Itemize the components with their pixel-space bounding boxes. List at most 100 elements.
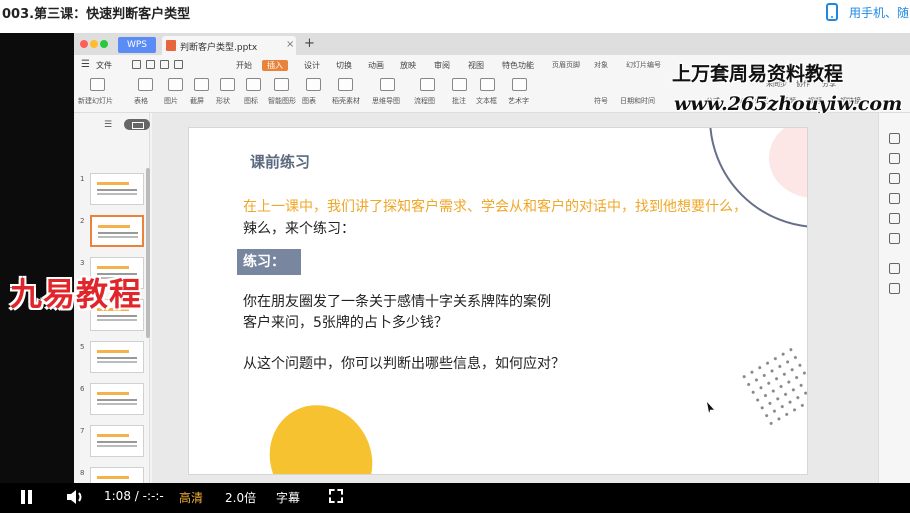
tool-mindmap: 思维导图 xyxy=(372,97,400,105)
thumb-number: 8 xyxy=(80,469,85,477)
screenshot-icon xyxy=(194,78,209,91)
wps-ribbon: ☰ 文件 开始 插入 设计 切换 动画 放映 审阅 视图 特色功能 新建幻灯片 … xyxy=(74,55,910,115)
watermark-left: 九易教程 xyxy=(10,275,143,313)
history-icon xyxy=(889,233,900,244)
menu-tab-features: 特色功能 xyxy=(502,61,534,70)
chart-icon xyxy=(306,78,321,91)
mobile-watch-link[interactable]: 用手机、随 xyxy=(849,4,909,21)
flowchart-icon xyxy=(420,78,435,91)
mouse-cursor-icon xyxy=(707,402,714,413)
thumb-number: 3 xyxy=(80,259,85,267)
watermark-title: 上万套周易资料教程 xyxy=(672,63,844,85)
save-icon xyxy=(132,60,141,69)
thumbnails-scrollbar xyxy=(146,168,150,338)
menu-tab-review: 审阅 xyxy=(434,61,450,70)
menu-tab-start: 开始 xyxy=(236,61,252,70)
menu-tab-design: 设计 xyxy=(304,61,320,70)
tool-object: 对象 xyxy=(594,61,608,69)
slide-thumbnail-active xyxy=(90,215,144,247)
exercise-line-2: 客户来问，5张牌的占卜多少钱？ xyxy=(243,315,448,331)
slide-heading: 课前练习 xyxy=(250,153,311,171)
settings-icon xyxy=(889,193,900,204)
tools-icon xyxy=(889,263,900,274)
hamburger-menu-icon: ☰ xyxy=(81,59,90,70)
comment-icon xyxy=(452,78,467,91)
table-icon xyxy=(138,78,153,91)
print-icon xyxy=(160,60,169,69)
player-controls: 1:08 / -:-:- 高清 2.0倍 字幕 xyxy=(0,483,910,513)
document-tab-label: 判断客户类型.pptx xyxy=(180,43,258,53)
intro-tail: 辣么，来个练习： xyxy=(243,221,355,237)
outline-view-icon: ☰ xyxy=(104,120,113,130)
video-player[interactable]: WPS 判断客户类型.pptx × + ☰ 文件 开始 插入 设计 切换 动画 … xyxy=(0,33,910,513)
tool-new-slide: 新建幻灯片 xyxy=(78,97,113,105)
exercise-line-1: 你在朋友圈发了一条关于感情十字关系牌阵的案例 xyxy=(243,294,551,310)
right-tool-rail xyxy=(878,113,910,513)
smart-graphic-icon xyxy=(274,78,289,91)
exercise-label: 练习： xyxy=(237,249,301,275)
decor-yellow-blob xyxy=(250,386,392,474)
thumbnail-view-icon xyxy=(124,119,150,130)
tool-comment: 批注 xyxy=(452,97,466,105)
quality-button[interactable]: 高清 xyxy=(179,489,203,506)
current-slide: 课前练习 在上一课中，我们讲了探知客户需求、学会从和客户的对话中，找到他想要什么… xyxy=(188,127,808,475)
tool-screenshot: 截屏 xyxy=(190,97,204,105)
animation-icon xyxy=(889,173,900,184)
preview-icon xyxy=(174,60,183,69)
tool-chart: 图表 xyxy=(302,97,316,105)
tool-flowchart: 流程图 xyxy=(414,97,435,105)
thumb-number: 6 xyxy=(80,385,85,393)
backup-icon xyxy=(889,283,900,294)
tab-close-icon: × xyxy=(286,39,295,50)
slide-intro: 在上一课中，我们讲了探知客户需求、学会从和客户的对话中，找到他想要什么， 辣么，来… xyxy=(243,196,753,240)
tool-wordart: 艺术字 xyxy=(508,97,529,105)
menu-tab-insert: 插入 xyxy=(262,60,288,71)
tool-material: 稻壳素材 xyxy=(332,97,360,105)
shape-icon xyxy=(220,78,235,91)
material-icon xyxy=(338,78,353,91)
picture-icon xyxy=(168,78,183,91)
watermark-url: www.265zhouyiw.com xyxy=(674,93,903,115)
subtitle-button[interactable]: 字幕 xyxy=(276,489,300,506)
decor-dots xyxy=(738,345,807,427)
pause-button[interactable] xyxy=(20,490,34,504)
pptx-file-icon xyxy=(166,40,176,51)
thumb-number: 5 xyxy=(80,343,85,351)
exercise-question: 从这个问题中，你可以判断出哪些信息，如何应对？ xyxy=(243,356,565,372)
tool-smart-graphic: 智能图形 xyxy=(268,97,296,105)
format-icon xyxy=(889,133,900,144)
fullscreen-icon[interactable] xyxy=(329,489,343,503)
new-tab-icon: + xyxy=(304,36,315,51)
tool-datetime: 日期和时间 xyxy=(620,97,655,105)
speed-button[interactable]: 2.0倍 xyxy=(225,489,256,506)
tool-table: 表格 xyxy=(134,97,148,105)
slide-thumbnail xyxy=(90,341,144,373)
page-header: 003.第三课：快速判断客户类型 用手机、随 xyxy=(0,0,910,24)
video-frame: WPS 判断客户类型.pptx × + ☰ 文件 开始 插入 设计 切换 动画 … xyxy=(74,33,910,513)
menu-tab-slideshow: 放映 xyxy=(400,61,416,70)
wps-home-tab: WPS xyxy=(118,37,156,53)
close-window-icon xyxy=(80,40,88,48)
slide-editor: 课前练习 在上一课中，我们讲了探知客户需求、学会从和客户的对话中，找到他想要什么… xyxy=(152,113,878,513)
volume-icon[interactable] xyxy=(65,489,85,505)
time-display: 1:08 / -:-:- xyxy=(104,489,164,503)
menu-file: 文件 xyxy=(96,61,112,70)
wps-tab-bar: WPS 判断客户类型.pptx × + xyxy=(74,33,910,55)
wordart-icon xyxy=(512,78,527,91)
slide-thumbnail xyxy=(90,425,144,457)
document-tab: 判断客户类型.pptx × xyxy=(162,36,296,55)
minimize-window-icon xyxy=(90,40,98,48)
textbox-icon xyxy=(480,78,495,91)
page-title: 003.第三课：快速判断客户类型 xyxy=(2,7,191,22)
export-icon xyxy=(146,60,155,69)
tool-symbol: 符号 xyxy=(594,97,608,105)
image-icon xyxy=(889,213,900,224)
tool-icons: 图标 xyxy=(244,97,258,105)
intro-highlight: 在上一课中，我们讲了探知客户需求、学会从和客户的对话中，找到他想要什么， xyxy=(243,199,747,215)
phone-icon[interactable] xyxy=(826,3,838,21)
tool-shape: 形状 xyxy=(216,97,230,105)
menu-tab-transition: 切换 xyxy=(336,61,352,70)
thumb-number: 1 xyxy=(80,175,85,183)
mindmap-icon xyxy=(380,78,395,91)
menu-tab-animation: 动画 xyxy=(368,61,384,70)
